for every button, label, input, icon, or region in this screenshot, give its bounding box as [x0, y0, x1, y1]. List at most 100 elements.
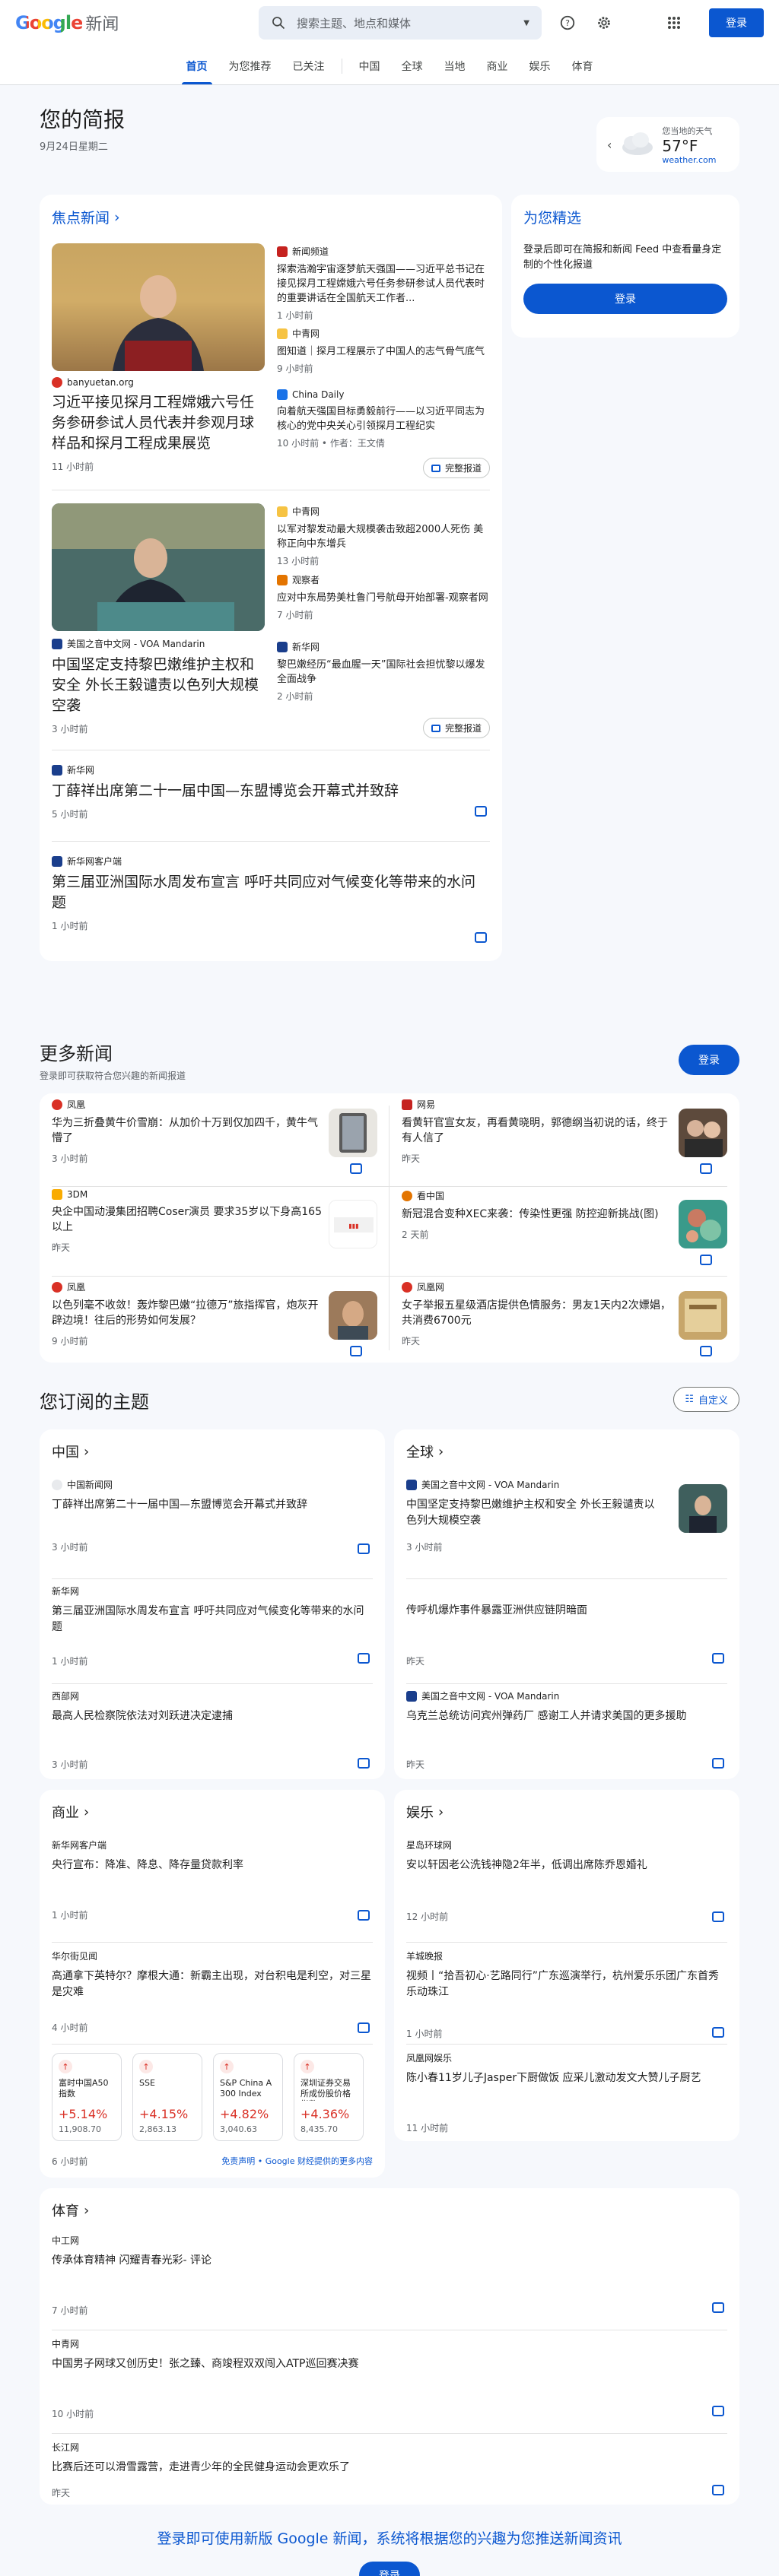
full-coverage-icon[interactable]	[358, 1758, 370, 1769]
story-thumbnail[interactable]: ▮▮▮	[329, 1200, 377, 1248]
full-coverage-icon[interactable]	[712, 2406, 724, 2416]
story-thumbnail[interactable]	[679, 1291, 727, 1340]
story-image[interactable]	[52, 243, 265, 371]
topic-item[interactable]: 新华网客户端 央行宣布：降准、降息、降存量贷款利率 1 小时前	[52, 1838, 373, 1934]
help-icon[interactable]: ?	[558, 14, 577, 32]
stock-tile[interactable]: ↑ 富时中国A50指数 +5.14% 11,908.70	[52, 2053, 122, 2141]
full-coverage-icon[interactable]	[712, 1758, 724, 1769]
tab-following[interactable]: 已关注	[282, 59, 335, 84]
list-item[interactable]: 网易 看黄轩官宣女友，再看黄晓明，郭德纲当初说的话，终于有人信了 昨天	[402, 1098, 727, 1186]
related-item[interactable]: 中青网 图知道｜探月工程展示了中国人的志气骨气底气 9 小时前	[277, 327, 490, 389]
topic-heading[interactable]: 娱乐 ›	[406, 1802, 727, 1822]
search-input[interactable]: 搜索主题、地点和媒体	[297, 15, 523, 31]
story-source[interactable]: banyuetan.org	[52, 377, 265, 388]
full-coverage-icon[interactable]	[350, 1346, 362, 1356]
stock-tile[interactable]: ↑ S&P China A 300 Index (CNY) +4.82% 3,040.…	[213, 2053, 283, 2141]
topic-heading[interactable]: 商业 ›	[52, 1802, 373, 1822]
story-source[interactable]: 美国之音中文网 - VOA Mandarin	[52, 637, 265, 650]
top-stories-heading[interactable]: 焦点新闻 ›	[52, 207, 490, 227]
search-icon[interactable]	[271, 15, 286, 30]
full-coverage-icon[interactable]	[350, 1163, 362, 1174]
tab-entertainment[interactable]: 娱乐	[519, 59, 561, 84]
topic-item[interactable]: 华尔街见闻 高通拿下英特尔？摩根大通：新霸主出现，对台积电是利空，对三星是灾难 …	[52, 1949, 373, 2041]
story-image[interactable]	[52, 503, 265, 631]
full-coverage-icon[interactable]	[712, 1911, 724, 1922]
full-coverage-icon[interactable]	[700, 1163, 712, 1174]
story-thumbnail[interactable]	[329, 1109, 377, 1157]
tab-china[interactable]: 中国	[348, 59, 391, 84]
list-item[interactable]: 看中国 新冠混合变种XEC来袭：传染性更强 防控迎新挑战(图) 2 天前	[402, 1189, 727, 1277]
full-coverage-icon[interactable]	[475, 932, 487, 943]
story-headline[interactable]: 丁薛祥出席第二十一届中国—东盟博览会开幕式并致辞	[52, 781, 490, 801]
full-coverage-icon[interactable]	[475, 806, 487, 817]
apps-grid-icon[interactable]	[665, 14, 683, 32]
related-item[interactable]: 中青网 以军对黎发动最大规模袭击致超2000人死伤 美称正向中东增兵 13 小时…	[277, 505, 490, 573]
full-coverage-icon[interactable]	[358, 2022, 370, 2033]
full-coverage-icon[interactable]	[712, 2027, 724, 2038]
topic-item[interactable]: 中工网 传承体育精神 闪耀青春光彩- 评论 7 小时前	[52, 2234, 727, 2327]
customize-button[interactable]: ☷ 自定义	[673, 1387, 739, 1412]
topic-item[interactable]: 长江网 比赛后还可以滑雪露营，走进青少年的全民健身运动会更欢乐了 昨天	[52, 2441, 727, 2498]
story-headline[interactable]: 习近平接见探月工程嫦娥六号任务参研参试人员代表并参观月球样品和探月工程成果展览	[52, 392, 265, 454]
full-coverage-icon[interactable]	[700, 1255, 712, 1265]
full-coverage-icon[interactable]	[712, 2485, 724, 2495]
story-thumbnail[interactable]	[679, 1200, 727, 1248]
tab-sports[interactable]: 体育	[561, 59, 604, 84]
topic-item[interactable]: 凤凰网娱乐 陈小春11岁儿子Jasper下厨做饭 应采儿激动发文大赞儿子厨艺 1…	[406, 2051, 727, 2135]
full-coverage-icon[interactable]	[358, 1910, 370, 1921]
full-coverage-icon[interactable]	[358, 1543, 370, 1554]
full-coverage-icon[interactable]	[358, 1653, 370, 1664]
story-headline[interactable]: 中国坚定支持黎巴嫩维护主权和安全 外长王毅谴责以色列大规模空袭	[52, 655, 265, 716]
more-signin-button[interactable]: 登录	[679, 1045, 739, 1075]
full-coverage-button[interactable]: 完整报道	[422, 458, 490, 478]
search-box[interactable]: 搜索主题、地点和媒体 ▼	[259, 6, 542, 40]
related-item[interactable]: 观察者 应对中东局势美杜鲁门号航母开始部署-观察者网 7 小时前	[277, 573, 490, 640]
stock-tile[interactable]: ↑ SSE +4.15% 2,863.13	[132, 2053, 202, 2141]
story-thumbnail[interactable]	[679, 1109, 727, 1157]
tab-for-you[interactable]: 为您推荐	[218, 59, 282, 84]
story-thumbnail[interactable]	[679, 1484, 727, 1533]
story-thumbnail[interactable]	[329, 1291, 377, 1340]
topic-item[interactable]: 新华网 第三届亚洲国际水周发布宣言 呼吁共同应对气候变化等带来的水问题 1 小时…	[52, 1585, 373, 1680]
topic-heading[interactable]: 体育 ›	[52, 2200, 727, 2220]
topic-item[interactable]: 美国之音中文网 - VOA Mandarin 乌克兰总统访问宾州弹药厂 感谢工人…	[406, 1689, 727, 1773]
topic-item[interactable]: 羊城晚报 视频丨“拾吾初心·艺路同行”广东巡演举行，杭州爱乐乐团广东首秀乐动珠江…	[406, 1949, 727, 2041]
related-item[interactable]: 新闻频道 探索浩瀚宇宙逐梦航天强国——习近平总书记在接见探月工程嫦娥六号任务参研…	[277, 245, 490, 327]
weather-source[interactable]: weather.com	[662, 155, 716, 165]
gear-icon[interactable]	[595, 14, 613, 32]
topic-heading[interactable]: 全球 ›	[406, 1442, 727, 1461]
tab-world[interactable]: 全球	[391, 59, 434, 84]
tab-business[interactable]: 商业	[476, 59, 519, 84]
list-item[interactable]: 凤凰 以色列毫不收敛！轰炸黎巴嫩“拉德万”旅指挥官，炮灰开辟边境！往后的形势如何…	[52, 1280, 377, 1369]
related-item[interactable]: 新华网 黎巴嫩经历“最血腥一天”国际社会担忧黎以爆发全面战争 2 小时前	[277, 640, 490, 702]
topic-item[interactable]: 传呼机爆炸事件暴露亚洲供应链阴暗面 昨天	[406, 1597, 727, 1680]
full-coverage-icon[interactable]	[700, 1346, 712, 1356]
related-item[interactable]: China Daily 向着航天强国目标勇毅前行——以习近平同志为核心的党中央关…	[277, 389, 490, 450]
full-coverage-icon[interactable]	[712, 2302, 724, 2313]
topic-item[interactable]: 西部网 最高人民检察院依法对刘跃进决定逮捕 3 小时前	[52, 1689, 373, 1773]
full-coverage-button[interactable]: 完整报道	[422, 718, 490, 738]
list-item[interactable]: 3DM 央企中国动漫集团招聘Coser演员 要求35岁以下身高165以上 昨天 …	[52, 1189, 377, 1277]
weather-widget[interactable]: ‹ 您当地的天气 57°F weather.com	[596, 117, 739, 172]
stock-tile[interactable]: ↑ 深圳证券交易所成份股价格指数 +4.36% 8,435.70	[294, 2053, 364, 2141]
topic-item[interactable]: 中国新闻网 丁薛祥出席第二十一届中国—东盟博览会开幕式并致辞 3 小时前	[52, 1478, 373, 1574]
topic-item[interactable]: 星岛环球网 安以轩因老公洗钱神隐2年半，低调出席陈乔恩婚礼 12 小时前	[406, 1838, 727, 1934]
google-news-logo[interactable]: Google 新闻	[15, 11, 243, 35]
topic-item[interactable]: 美国之音中文网 - VOA Mandarin 中国坚定支持黎巴嫩维护主权和安全 …	[406, 1478, 727, 1574]
chevron-down-icon[interactable]: ▼	[523, 19, 529, 27]
topic-heading[interactable]: 中国 ›	[52, 1442, 373, 1461]
picks-title[interactable]: 为您精选	[523, 207, 727, 227]
list-item[interactable]: 凤凰 华为三折叠黄牛价雪崩：从加价十万到仅加四千，黄牛气懵了 3 小时前	[52, 1098, 377, 1186]
story-headline[interactable]: 第三届亚洲国际水周发布宣言 呼吁共同应对气候变化等带来的水问题	[52, 872, 490, 913]
tab-home[interactable]: 首页	[176, 59, 218, 84]
list-item[interactable]: 凤凰网 女子举报五星级酒店提供色情服务：男友1天内2次嫖娼，共消费6700元 昨…	[402, 1280, 727, 1369]
story-item[interactable]: 新华网 丁薛祥出席第二十一届中国—东盟博览会开幕式并致辞 5 小时前	[52, 763, 490, 832]
story-item[interactable]: 新华网客户端 第三届亚洲国际水周发布宣言 呼吁共同应对气候变化等带来的水问题 1…	[52, 855, 490, 946]
chevron-left-icon[interactable]: ‹	[603, 138, 616, 152]
topic-item[interactable]: 中青网 中国男子网球又创历史！张之臻、商竣程双双闯入ATP巡回赛决赛 10 小时…	[52, 2337, 727, 2430]
tab-local[interactable]: 当地	[434, 59, 476, 84]
finance-disclaimer-link[interactable]: 免责声明 • Google 财经提供的更多内容	[221, 2155, 373, 2167]
footer-signin-button[interactable]: 登录	[359, 2562, 420, 2576]
full-coverage-icon[interactable]	[712, 1653, 724, 1664]
signin-button[interactable]: 登录	[709, 8, 764, 37]
